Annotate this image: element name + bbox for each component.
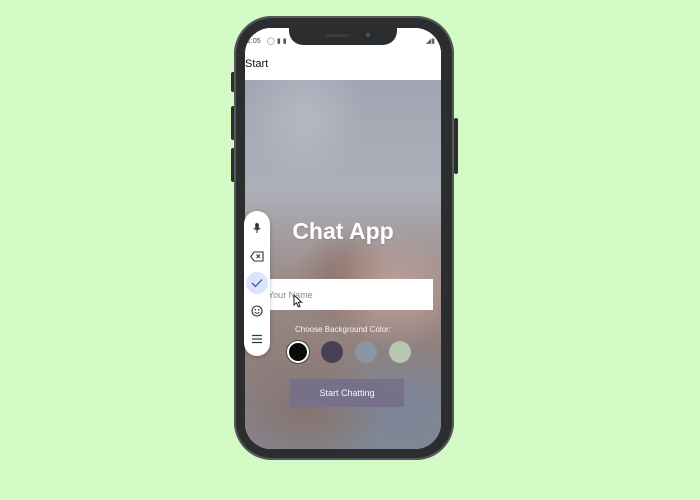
check-icon <box>251 279 263 288</box>
keyboard-side-toolbar <box>244 211 270 356</box>
signal-icon: ◢▮ <box>425 38 435 45</box>
emoji-icon <box>251 305 263 317</box>
menu-icon <box>252 334 262 344</box>
backspace-button[interactable] <box>246 245 268 267</box>
check-button[interactable] <box>246 272 268 294</box>
status-icons: ◯▮▮ <box>267 37 289 45</box>
mouse-cursor-icon <box>293 294 303 308</box>
battery-icon: ▮ <box>282 38 289 45</box>
app-bar-title: Start <box>245 58 269 70</box>
page: 1:05 ◯▮▮ ◢▮ Start Chat App Choose Backgr… <box>0 0 700 500</box>
backspace-icon <box>250 250 264 262</box>
app-heading: Chat App <box>292 218 394 244</box>
shield-icon: ◯ <box>267 38 277 45</box>
mic-button[interactable] <box>246 217 268 239</box>
start-screen-content: Chat App Choose Background Color: Start … <box>245 80 441 449</box>
color-swatch-purple-dark[interactable] <box>321 341 343 363</box>
status-time: 1:05 <box>247 38 261 45</box>
menu-button[interactable] <box>246 328 268 350</box>
background-color-label: Choose Background Color: <box>294 325 392 334</box>
app-bar: Start <box>245 48 441 80</box>
color-swatch-sage[interactable] <box>389 341 411 363</box>
start-chatting-button[interactable]: Start Chatting <box>290 379 404 407</box>
front-camera <box>365 32 371 38</box>
mic-icon <box>253 223 261 233</box>
color-swatch-list <box>287 341 411 363</box>
phone-screen: 1:05 ◯▮▮ ◢▮ Start Chat App Choose Backgr… <box>245 28 441 449</box>
name-input[interactable] <box>267 279 433 310</box>
color-swatch-black[interactable] <box>287 341 309 363</box>
speaker-grille <box>325 34 349 37</box>
emoji-button[interactable] <box>246 300 268 322</box>
power-button <box>454 118 458 174</box>
color-swatch-gray-blue[interactable] <box>355 341 377 363</box>
